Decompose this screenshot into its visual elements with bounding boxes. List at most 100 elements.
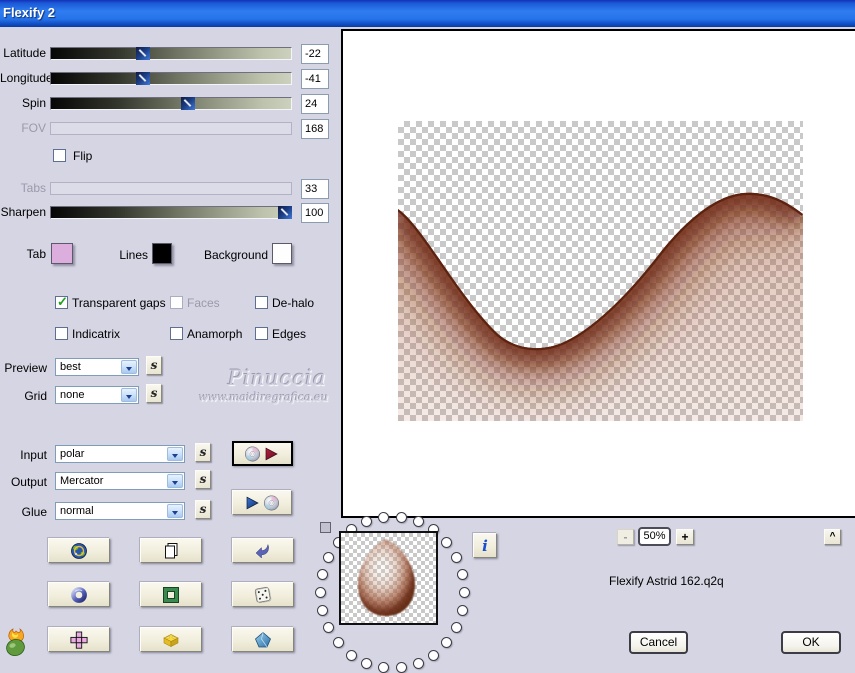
- sharpen-label: Sharpen: [0, 205, 46, 219]
- preview-select[interactable]: best: [55, 358, 139, 376]
- latitude-value-field[interactable]: -22: [301, 44, 329, 64]
- torus-button[interactable]: [48, 582, 110, 607]
- input-select-label: Input: [20, 448, 47, 462]
- grid-s-button[interactable]: s: [146, 384, 162, 403]
- tabs-value-field[interactable]: 33: [301, 179, 329, 199]
- dial-dot[interactable]: [456, 568, 468, 580]
- transparent-gaps-label: Transparent gaps: [72, 296, 166, 310]
- de-halo-checkbox[interactable]: [255, 296, 268, 309]
- save-settings-button[interactable]: [232, 441, 293, 466]
- chevron-down-icon[interactable]: [167, 474, 183, 488]
- edges-label: Edges: [272, 327, 307, 341]
- glue-select[interactable]: normal: [55, 502, 185, 520]
- yellow-brick-icon: [163, 633, 179, 647]
- latitude-slider-thumb[interactable]: [136, 47, 151, 60]
- dial-dot[interactable]: [456, 605, 468, 617]
- info-button[interactable]: i: [473, 533, 497, 558]
- dial-dot[interactable]: [459, 587, 470, 598]
- dial-dot[interactable]: [440, 536, 452, 548]
- load-settings-button[interactable]: [232, 490, 292, 515]
- fov-label: FOV: [21, 121, 46, 135]
- dial-dot[interactable]: [395, 662, 407, 673]
- chevron-down-icon[interactable]: [167, 504, 183, 518]
- edges-checkbox[interactable]: [255, 327, 268, 340]
- dial-dot[interactable]: [412, 515, 424, 527]
- spin-label: Spin: [21, 96, 46, 110]
- cancel-button[interactable]: Cancel: [629, 631, 688, 654]
- zoom-out-button[interactable]: -: [617, 529, 634, 545]
- dial-dot[interactable]: [361, 658, 373, 670]
- flip-checkbox[interactable]: [53, 149, 66, 162]
- dial-dot[interactable]: [450, 622, 462, 634]
- spin-value-field[interactable]: 24: [301, 94, 329, 114]
- copy-pages-icon: [165, 542, 178, 558]
- zoom-level: 50%: [638, 527, 671, 546]
- unfold-cross-button[interactable]: [48, 627, 110, 652]
- dial-dot[interactable]: [315, 587, 326, 598]
- dial-dot[interactable]: [323, 551, 335, 563]
- longitude-slider-thumb[interactable]: [136, 72, 151, 85]
- flaming-pear-logo[interactable]: [2, 627, 30, 661]
- dial-dot[interactable]: [440, 637, 452, 649]
- fov-slider: [50, 122, 292, 135]
- dial-dot[interactable]: [450, 551, 462, 563]
- background-color-swatch[interactable]: [272, 243, 292, 264]
- ok-button[interactable]: OK: [781, 631, 841, 654]
- sharpen-value-field[interactable]: 100: [301, 203, 329, 223]
- copy-button[interactable]: [140, 538, 202, 563]
- input-s-button[interactable]: s: [195, 443, 211, 462]
- dial-dot[interactable]: [378, 511, 390, 523]
- brick-button[interactable]: [140, 627, 202, 652]
- cd-arrow-save-icon: [244, 446, 278, 461]
- globe-icon: [71, 542, 87, 559]
- preview-s-button[interactable]: s: [146, 356, 162, 375]
- watermark-url: www.maidiregrafica.eu: [199, 391, 329, 404]
- grid-select[interactable]: none: [55, 386, 139, 404]
- undo-button[interactable]: [232, 538, 294, 563]
- latitude-slider[interactable]: [50, 47, 292, 60]
- chevron-down-icon[interactable]: [121, 388, 137, 402]
- flexify2-dialog: { "window": { "title": "Flexify 2" }, "c…: [0, 0, 855, 673]
- globe-button[interactable]: [48, 538, 110, 563]
- output-select[interactable]: Mercator: [55, 472, 185, 490]
- spin-slider-thumb[interactable]: [180, 97, 195, 110]
- green-frame-icon: [163, 586, 179, 603]
- dial-dot[interactable]: [361, 515, 373, 527]
- dial-dot[interactable]: [317, 568, 329, 580]
- dial-dot[interactable]: [427, 649, 439, 661]
- preset-name: Flexify Astrid 162.q2q: [609, 574, 724, 588]
- output-select-label: Output: [10, 475, 47, 489]
- sharpen-slider[interactable]: [50, 206, 292, 219]
- dial-dot[interactable]: [412, 658, 424, 670]
- anamorph-checkbox[interactable]: [170, 327, 183, 340]
- dial-marker: [320, 522, 331, 533]
- dial-dot[interactable]: [378, 662, 390, 673]
- frame-button[interactable]: [140, 582, 202, 607]
- longitude-slider[interactable]: [50, 72, 292, 85]
- dial-dot[interactable]: [395, 511, 407, 523]
- output-s-button[interactable]: s: [195, 470, 211, 489]
- dice-button[interactable]: [232, 582, 294, 607]
- indicatrix-checkbox[interactable]: [55, 327, 68, 340]
- tab-color-swatch[interactable]: [51, 243, 73, 264]
- fov-value-field[interactable]: 168: [301, 119, 329, 139]
- preset-thumbnail[interactable]: [339, 531, 438, 625]
- expand-button[interactable]: ^: [824, 529, 841, 545]
- gem-button[interactable]: [232, 627, 294, 652]
- dial-dot[interactable]: [333, 637, 345, 649]
- dial-dot[interactable]: [346, 649, 358, 661]
- dial-dot[interactable]: [323, 622, 335, 634]
- zoom-in-button[interactable]: +: [676, 529, 694, 545]
- dial-dot[interactable]: [317, 605, 329, 617]
- blue-gem-icon: [255, 631, 271, 647]
- longitude-label: Longitude: [0, 71, 53, 85]
- sharpen-slider-thumb[interactable]: [278, 206, 292, 219]
- chevron-down-icon[interactable]: [167, 447, 183, 461]
- spin-slider[interactable]: [50, 97, 292, 110]
- chevron-down-icon[interactable]: [121, 360, 137, 374]
- glue-s-button[interactable]: s: [195, 500, 211, 519]
- input-select[interactable]: polar: [55, 445, 185, 463]
- longitude-value-field[interactable]: -41: [301, 69, 329, 89]
- transparent-gaps-checkbox[interactable]: ✓: [55, 294, 68, 309]
- lines-color-swatch[interactable]: [152, 243, 172, 264]
